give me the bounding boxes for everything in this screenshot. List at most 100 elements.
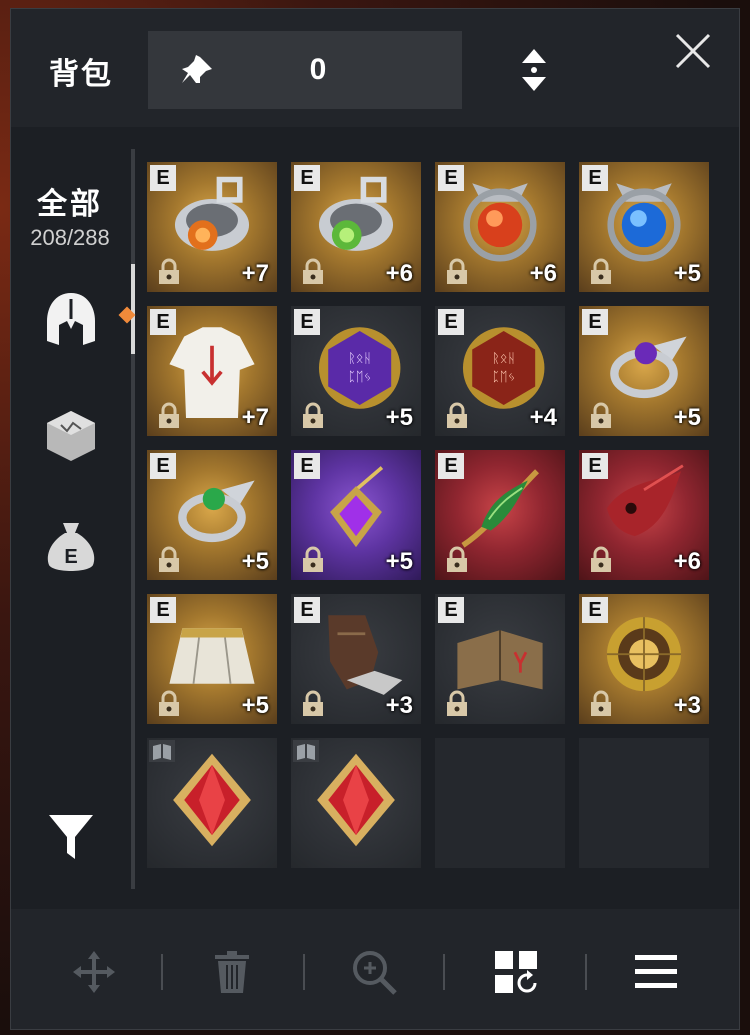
enhance-level: +6 xyxy=(673,548,701,575)
equip-grade-badge: E xyxy=(294,165,320,191)
equip-grade-badge: E xyxy=(150,165,176,191)
svg-text:E: E xyxy=(64,546,77,568)
enhance-level: +5 xyxy=(673,404,701,431)
lock-icon xyxy=(303,546,323,572)
category-sidebar: 全部 208/288 E xyxy=(11,127,133,907)
material-box-icon[interactable] xyxy=(41,405,101,465)
equip-grade-badge: E xyxy=(438,165,464,191)
item-slot-purple-gem-pendant[interactable]: E +5 xyxy=(291,450,421,580)
item-slot-green-leaf-bow[interactable]: E xyxy=(435,450,565,580)
lock-icon xyxy=(591,402,611,428)
svg-text:ᛈᛖᛃ: ᛈᛖᛃ xyxy=(348,370,371,385)
svg-text:ᚱᛟᚺ: ᚱᛟᚺ xyxy=(348,351,371,366)
auto-arrange-icon[interactable] xyxy=(491,947,541,997)
enhance-level: +5 xyxy=(385,404,413,431)
toolbar-divider xyxy=(585,954,587,990)
lock-icon xyxy=(159,258,179,284)
lock-icon xyxy=(447,402,467,428)
item-slot-winged-ring-green-gem[interactable]: E +5 xyxy=(147,450,277,580)
pin-filter-box[interactable]: 0 xyxy=(148,31,462,109)
lock-icon xyxy=(159,690,179,716)
pin-icon xyxy=(182,55,212,83)
equip-grade-badge: E xyxy=(438,453,464,479)
item-slot-plated-skirt[interactable]: E +5 xyxy=(147,594,277,724)
enhance-level: +5 xyxy=(673,260,701,287)
enhance-level: +7 xyxy=(241,404,269,431)
equip-grade-badge: E xyxy=(150,309,176,335)
equip-grade-badge: E xyxy=(582,453,608,479)
inventory-panel: 背包 0 全部 208/288 E E +7 E +6 E +6 E +5 E … xyxy=(10,8,740,1030)
enhance-level: +4 xyxy=(529,404,557,431)
enhance-level: +5 xyxy=(241,548,269,575)
item-slot-silver-ring-orange-gem[interactable]: E +7 xyxy=(147,162,277,292)
item-slot-red-rune-shield[interactable]: ᚱᛟᚺ ᛈᛖᛃ E +4 xyxy=(435,306,565,436)
empty-slot[interactable] xyxy=(579,738,709,868)
lock-icon xyxy=(447,546,467,572)
inventory-toolbar xyxy=(11,909,739,1029)
close-icon[interactable] xyxy=(671,29,715,73)
trash-icon[interactable] xyxy=(207,947,257,997)
filter-icon[interactable] xyxy=(41,807,101,867)
red-diamond-crystal-icon xyxy=(317,753,395,847)
enhance-level: +7 xyxy=(241,260,269,287)
lock-icon xyxy=(159,546,179,572)
equip-grade-badge: E xyxy=(438,309,464,335)
pin-count: 0 xyxy=(309,53,327,86)
item-slot-winged-amulet-red-orb[interactable]: E +6 xyxy=(435,162,565,292)
move-icon[interactable] xyxy=(69,947,119,997)
item-slot-white-robe-armor[interactable]: E +7 xyxy=(147,306,277,436)
menu-icon[interactable] xyxy=(631,947,681,997)
equip-grade-badge: E xyxy=(294,597,320,623)
item-slot-leather-gauntlet[interactable]: E +3 xyxy=(291,594,421,724)
enhance-level: +6 xyxy=(385,260,413,287)
equip-grade-badge: E xyxy=(582,165,608,191)
equip-grade-badge: E xyxy=(294,309,320,335)
equip-grade-badge: E xyxy=(582,597,608,623)
red-diamond-crystal-icon xyxy=(173,753,251,847)
lock-icon xyxy=(159,402,179,428)
enhance-level: +3 xyxy=(673,692,701,719)
category-scroll-thumb[interactable] xyxy=(131,264,135,354)
svg-text:ᛈᛖᛃ: ᛈᛖᛃ xyxy=(492,370,515,385)
lock-icon xyxy=(303,258,323,284)
lock-icon xyxy=(447,690,467,716)
item-slot-golden-orb-talisman[interactable]: E +3 xyxy=(579,594,709,724)
item-slot-winged-amulet-blue-orb[interactable]: E +5 xyxy=(579,162,709,292)
sort-icon[interactable] xyxy=(519,47,549,93)
equip-grade-badge: E xyxy=(438,597,464,623)
item-slot-silver-ring-green-gem[interactable]: E +6 xyxy=(291,162,421,292)
lock-icon xyxy=(591,258,611,284)
category-scrollbar[interactable] xyxy=(131,149,135,889)
empty-slot[interactable] xyxy=(435,738,565,868)
svg-text:ᚱᛟᚺ: ᚱᛟᚺ xyxy=(492,351,515,366)
equip-grade-badge: E xyxy=(582,309,608,335)
equip-grade-badge: E xyxy=(150,453,176,479)
item-slot-red-diamond-crystal[interactable] xyxy=(147,738,277,868)
book-badge-icon xyxy=(149,740,175,762)
equip-grade-badge: E xyxy=(294,453,320,479)
enhance-level: +3 xyxy=(385,692,413,719)
toolbar-divider xyxy=(303,954,305,990)
lock-icon xyxy=(591,546,611,572)
item-slot-red-diamond-crystal[interactable] xyxy=(291,738,421,868)
enhance-level: +5 xyxy=(385,548,413,575)
item-slot-winged-ring-purple-gem[interactable]: E +5 xyxy=(579,306,709,436)
zoom-in-icon[interactable] xyxy=(349,947,399,997)
enhance-level: +5 xyxy=(241,692,269,719)
toolbar-divider xyxy=(161,954,163,990)
inventory-header: 背包 0 xyxy=(11,9,739,127)
inventory-capacity: 208/288 xyxy=(30,225,110,250)
equip-grade-badge: E xyxy=(150,597,176,623)
item-slot-purple-rune-shield[interactable]: ᚱᛟᚺ ᛈᛖᛃ E +5 xyxy=(291,306,421,436)
lock-icon xyxy=(591,690,611,716)
lock-icon xyxy=(303,690,323,716)
enhance-level: +6 xyxy=(529,260,557,287)
item-slot-rune-tome[interactable]: E xyxy=(435,594,565,724)
money-bag-icon[interactable]: E xyxy=(41,517,101,577)
category-all-label[interactable]: 全部 xyxy=(11,179,129,223)
toolbar-divider xyxy=(443,954,445,990)
book-badge-icon xyxy=(293,740,319,762)
helmet-icon[interactable] xyxy=(41,289,101,349)
lock-icon xyxy=(303,402,323,428)
item-slot-red-feather-mask[interactable]: E +6 xyxy=(579,450,709,580)
